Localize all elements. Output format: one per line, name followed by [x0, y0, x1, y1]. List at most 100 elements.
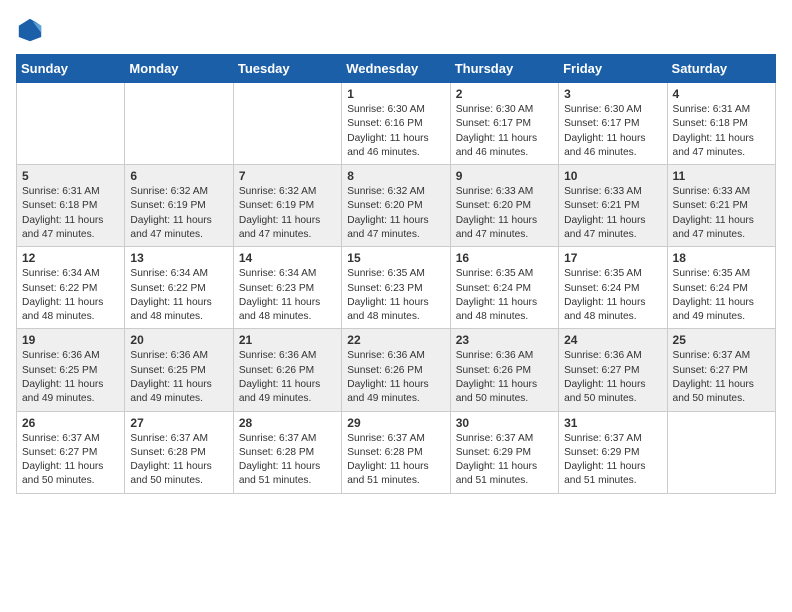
- day-number: 21: [239, 333, 336, 347]
- day-info: Sunrise: 6:34 AM Sunset: 6:23 PM Dayligh…: [239, 267, 336, 324]
- day-number: 28: [239, 416, 336, 430]
- calendar-cell: 28 Sunrise: 6:37 AM Sunset: 6:28 PM Dayli…: [233, 411, 341, 493]
- day-number: 4: [673, 87, 770, 101]
- calendar-week-5: 26Sunrise: 6:37 AM Sunset: 6:27 PM Dayli…: [17, 411, 776, 493]
- calendar-cell: 20 Sunrise: 6:36 AM Sunset: 6:25 PM Dayli…: [125, 329, 233, 411]
- day-info: Sunrise: 6:30 AM Sunset: 6:17 PM Dayligh…: [564, 103, 661, 160]
- day-info: Sunrise: 6:35 AM Sunset: 6:24 PM Dayligh…: [456, 267, 553, 324]
- day-header-sunday: Sunday: [17, 55, 125, 83]
- calendar-cell: 23 Sunrise: 6:36 AM Sunset: 6:26 PM Dayli…: [450, 329, 558, 411]
- day-number: 11: [673, 169, 770, 183]
- calendar-cell: 16 Sunrise: 6:35 AM Sunset: 6:24 PM Dayli…: [450, 247, 558, 329]
- day-number: 8: [347, 169, 444, 183]
- calendar-cell: 18 Sunrise: 6:35 AM Sunset: 6:24 PM Dayli…: [667, 247, 775, 329]
- day-number: 6: [130, 169, 227, 183]
- day-number: 9: [456, 169, 553, 183]
- day-number: 2: [456, 87, 553, 101]
- calendar-cell: 26Sunrise: 6:37 AM Sunset: 6:27 PM Dayli…: [17, 411, 125, 493]
- calendar-cell: 12 Sunrise: 6:34 AM Sunset: 6:22 PM Dayli…: [17, 247, 125, 329]
- day-info: Sunrise: 6:37 AM Sunset: 6:28 PM Dayligh…: [130, 432, 227, 489]
- calendar-cell: 25 Sunrise: 6:37 AM Sunset: 6:27 PM Dayli…: [667, 329, 775, 411]
- day-number: 20: [130, 333, 227, 347]
- day-number: 7: [239, 169, 336, 183]
- day-number: 15: [347, 251, 444, 265]
- calendar-cell: 13Sunrise: 6:34 AM Sunset: 6:22 PM Dayli…: [125, 247, 233, 329]
- calendar-cell: 5 Sunrise: 6:31 AM Sunset: 6:18 PM Daylig…: [17, 165, 125, 247]
- calendar-cell: 7Sunrise: 6:32 AM Sunset: 6:19 PM Daylig…: [233, 165, 341, 247]
- calendar-cell: 29 Sunrise: 6:37 AM Sunset: 6:28 PM Dayli…: [342, 411, 450, 493]
- day-number: 22: [347, 333, 444, 347]
- day-header-friday: Friday: [559, 55, 667, 83]
- day-header-thursday: Thursday: [450, 55, 558, 83]
- day-number: 18: [673, 251, 770, 265]
- day-info: Sunrise: 6:36 AM Sunset: 6:26 PM Dayligh…: [456, 349, 553, 406]
- day-header-monday: Monday: [125, 55, 233, 83]
- calendar-cell: 10Sunrise: 6:33 AM Sunset: 6:21 PM Dayli…: [559, 165, 667, 247]
- day-number: 5: [22, 169, 119, 183]
- calendar-cell: 2 Sunrise: 6:30 AM Sunset: 6:17 PM Daylig…: [450, 83, 558, 165]
- day-number: 29: [347, 416, 444, 430]
- day-number: 14: [239, 251, 336, 265]
- day-info: Sunrise: 6:32 AM Sunset: 6:20 PM Dayligh…: [347, 185, 444, 242]
- calendar-cell: 11 Sunrise: 6:33 AM Sunset: 6:21 PM Dayli…: [667, 165, 775, 247]
- page-header: [16, 16, 776, 44]
- calendar-cell: 14 Sunrise: 6:34 AM Sunset: 6:23 PM Dayli…: [233, 247, 341, 329]
- day-info: Sunrise: 6:32 AM Sunset: 6:19 PM Dayligh…: [130, 185, 227, 242]
- day-info: Sunrise: 6:31 AM Sunset: 6:18 PM Dayligh…: [22, 185, 119, 242]
- calendar-cell: 24Sunrise: 6:36 AM Sunset: 6:27 PM Dayli…: [559, 329, 667, 411]
- day-number: 10: [564, 169, 661, 183]
- calendar-cell: [233, 83, 341, 165]
- day-header-wednesday: Wednesday: [342, 55, 450, 83]
- calendar-cell: 19 Sunrise: 6:36 AM Sunset: 6:25 PM Dayli…: [17, 329, 125, 411]
- day-number: 25: [673, 333, 770, 347]
- calendar-cell: 30Sunrise: 6:37 AM Sunset: 6:29 PM Dayli…: [450, 411, 558, 493]
- calendar-cell: [17, 83, 125, 165]
- day-info: Sunrise: 6:34 AM Sunset: 6:22 PM Dayligh…: [130, 267, 227, 324]
- calendar-week-1: 1Sunrise: 6:30 AM Sunset: 6:16 PM Daylig…: [17, 83, 776, 165]
- day-info: Sunrise: 6:33 AM Sunset: 6:20 PM Dayligh…: [456, 185, 553, 242]
- calendar-cell: 27Sunrise: 6:37 AM Sunset: 6:28 PM Dayli…: [125, 411, 233, 493]
- day-number: 3: [564, 87, 661, 101]
- day-info: Sunrise: 6:36 AM Sunset: 6:27 PM Dayligh…: [564, 349, 661, 406]
- calendar-cell: 15 Sunrise: 6:35 AM Sunset: 6:23 PM Dayli…: [342, 247, 450, 329]
- day-info: Sunrise: 6:31 AM Sunset: 6:18 PM Dayligh…: [673, 103, 770, 160]
- day-info: Sunrise: 6:37 AM Sunset: 6:27 PM Dayligh…: [673, 349, 770, 406]
- day-info: Sunrise: 6:36 AM Sunset: 6:25 PM Dayligh…: [130, 349, 227, 406]
- day-info: Sunrise: 6:37 AM Sunset: 6:29 PM Dayligh…: [564, 432, 661, 489]
- day-info: Sunrise: 6:35 AM Sunset: 6:24 PM Dayligh…: [564, 267, 661, 324]
- calendar-cell: 3 Sunrise: 6:30 AM Sunset: 6:17 PM Daylig…: [559, 83, 667, 165]
- day-info: Sunrise: 6:34 AM Sunset: 6:22 PM Dayligh…: [22, 267, 119, 324]
- day-info: Sunrise: 6:35 AM Sunset: 6:23 PM Dayligh…: [347, 267, 444, 324]
- calendar-week-4: 19 Sunrise: 6:36 AM Sunset: 6:25 PM Dayli…: [17, 329, 776, 411]
- day-number: 26: [22, 416, 119, 430]
- day-info: Sunrise: 6:37 AM Sunset: 6:29 PM Dayligh…: [456, 432, 553, 489]
- day-info: Sunrise: 6:36 AM Sunset: 6:26 PM Dayligh…: [347, 349, 444, 406]
- day-info: Sunrise: 6:37 AM Sunset: 6:28 PM Dayligh…: [239, 432, 336, 489]
- day-number: 16: [456, 251, 553, 265]
- calendar-cell: 31 Sunrise: 6:37 AM Sunset: 6:29 PM Dayli…: [559, 411, 667, 493]
- day-number: 1: [347, 87, 444, 101]
- calendar-week-3: 12 Sunrise: 6:34 AM Sunset: 6:22 PM Dayli…: [17, 247, 776, 329]
- day-number: 31: [564, 416, 661, 430]
- calendar-cell: 9 Sunrise: 6:33 AM Sunset: 6:20 PM Daylig…: [450, 165, 558, 247]
- day-header-saturday: Saturday: [667, 55, 775, 83]
- day-info: Sunrise: 6:35 AM Sunset: 6:24 PM Dayligh…: [673, 267, 770, 324]
- day-info: Sunrise: 6:37 AM Sunset: 6:28 PM Dayligh…: [347, 432, 444, 489]
- logo-icon: [16, 16, 44, 44]
- day-number: 12: [22, 251, 119, 265]
- day-info: Sunrise: 6:33 AM Sunset: 6:21 PM Dayligh…: [673, 185, 770, 242]
- day-header-tuesday: Tuesday: [233, 55, 341, 83]
- calendar-table: SundayMondayTuesdayWednesdayThursdayFrid…: [16, 54, 776, 494]
- day-number: 19: [22, 333, 119, 347]
- day-info: Sunrise: 6:36 AM Sunset: 6:25 PM Dayligh…: [22, 349, 119, 406]
- calendar-cell: 4 Sunrise: 6:31 AM Sunset: 6:18 PM Daylig…: [667, 83, 775, 165]
- calendar-cell: 1Sunrise: 6:30 AM Sunset: 6:16 PM Daylig…: [342, 83, 450, 165]
- calendar-header-row: SundayMondayTuesdayWednesdayThursdayFrid…: [17, 55, 776, 83]
- day-info: Sunrise: 6:36 AM Sunset: 6:26 PM Dayligh…: [239, 349, 336, 406]
- day-number: 17: [564, 251, 661, 265]
- day-number: 23: [456, 333, 553, 347]
- day-info: Sunrise: 6:30 AM Sunset: 6:17 PM Dayligh…: [456, 103, 553, 160]
- logo: [16, 16, 48, 44]
- calendar-cell: 21 Sunrise: 6:36 AM Sunset: 6:26 PM Dayli…: [233, 329, 341, 411]
- calendar-week-2: 5 Sunrise: 6:31 AM Sunset: 6:18 PM Daylig…: [17, 165, 776, 247]
